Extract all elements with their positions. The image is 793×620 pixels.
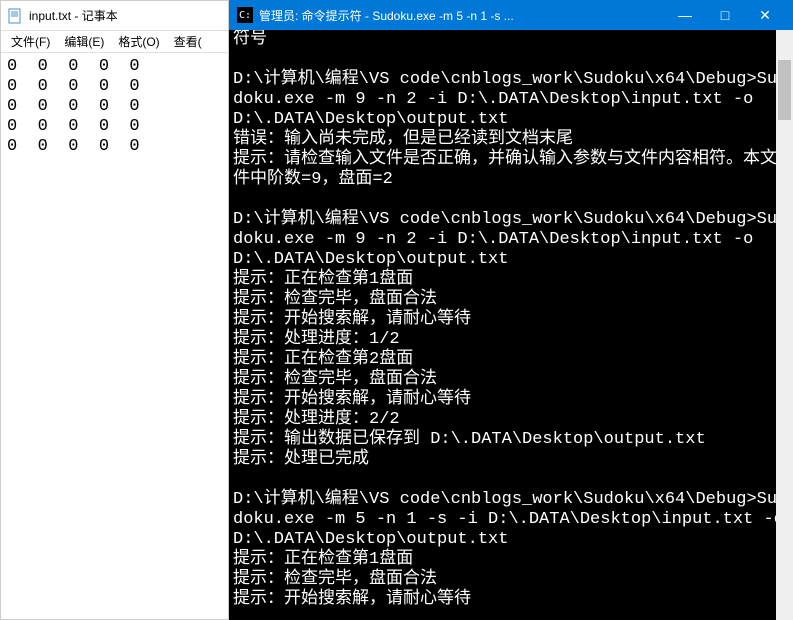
cmd-icon: C: <box>237 7 253 23</box>
notepad-window: input.txt - 记事本 文件(F) 编辑(E) 格式(O) 查看( 0 … <box>0 0 229 620</box>
terminal-body[interactable]: 符号 D:\计算机\编程\VS code\cnblogs_work\Sudoku… <box>229 30 793 620</box>
notepad-title: input.txt - 记事本 <box>29 7 118 24</box>
notepad-icon <box>7 8 23 24</box>
svg-text:C:: C: <box>239 10 251 21</box>
scrollbar-thumb[interactable] <box>778 60 791 120</box>
minimize-button[interactable]: — <box>665 7 705 23</box>
terminal-titlebar[interactable]: C: 管理员: 命令提示符 - Sudoku.exe -m 5 -n 1 -s … <box>229 0 793 30</box>
terminal-output: 符号 D:\计算机\编程\VS code\cnblogs_work\Sudoku… <box>233 30 787 620</box>
menu-file[interactable]: 文件(F) <box>5 31 56 52</box>
menu-format[interactable]: 格式(O) <box>112 31 165 52</box>
close-button[interactable]: ✕ <box>745 7 785 24</box>
notepad-menubar: 文件(F) 编辑(E) 格式(O) 查看( <box>1 31 228 53</box>
terminal-window: C: 管理员: 命令提示符 - Sudoku.exe -m 5 -n 1 -s … <box>229 0 793 620</box>
terminal-scrollbar[interactable] <box>776 30 793 620</box>
menu-view[interactable]: 查看( <box>168 31 208 52</box>
notepad-titlebar[interactable]: input.txt - 记事本 <box>1 1 228 31</box>
notepad-content[interactable]: 0 0 0 0 0 0 0 0 0 0 0 0 0 0 0 0 0 0 0 0 … <box>1 53 228 161</box>
terminal-title: 管理员: 命令提示符 - Sudoku.exe -m 5 -n 1 -s ... <box>259 7 665 24</box>
menu-edit[interactable]: 编辑(E) <box>58 31 110 52</box>
maximize-button[interactable]: □ <box>705 7 745 23</box>
